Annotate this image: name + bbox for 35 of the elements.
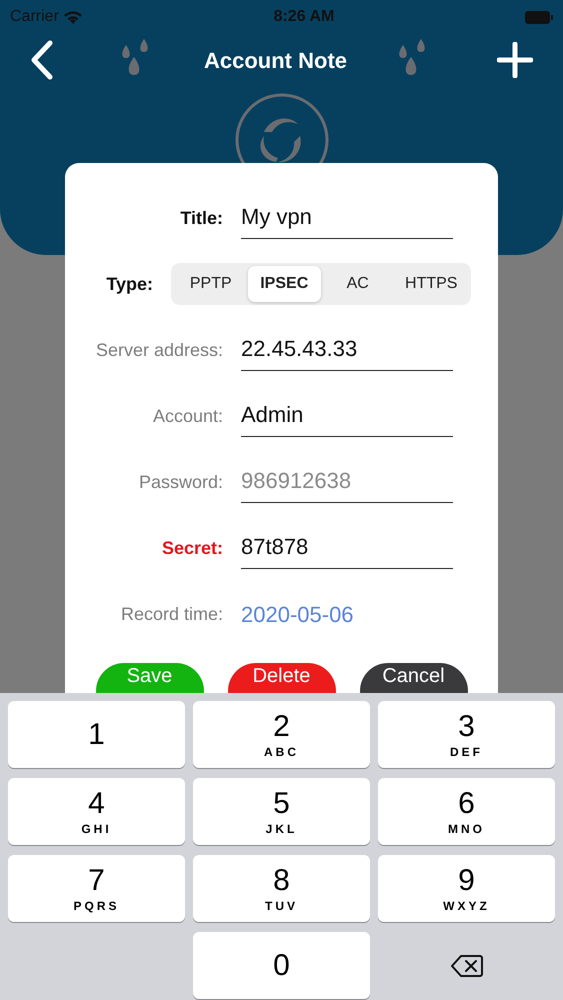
battery-icon [525, 10, 553, 24]
field-label: Password: [138, 472, 223, 492]
input-field[interactable]: 87t878 [241, 528, 453, 568]
segment-tab[interactable]: AC [321, 266, 394, 302]
keypad-key[interactable]: 2 ABC [193, 701, 370, 768]
input-field[interactable]: 986912638 [241, 462, 453, 502]
keypad-key[interactable]: 8 TUV [193, 855, 370, 922]
keypad-key[interactable]: 0 [193, 932, 370, 999]
carrier-name: Carrier [10, 7, 59, 27]
keypad-key[interactable]: 5 JKL [193, 778, 370, 845]
status-time: 8:26 AM [274, 7, 334, 27]
segment-tab[interactable]: HTTPS [394, 266, 468, 302]
field-label: Secret: [162, 538, 223, 558]
wifi-icon [62, 10, 83, 24]
keypad-key[interactable]: 6 MNO [378, 778, 555, 845]
keypad-key[interactable]: 4 GHI [8, 778, 185, 845]
add-icon[interactable] [497, 42, 533, 78]
keypad-key[interactable]: 3 DEF [378, 701, 555, 768]
segment-tab[interactable]: PPTP [174, 266, 248, 302]
input-field[interactable]: Admin [241, 396, 453, 436]
keypad-key[interactable]: 7 PQRS [8, 855, 185, 922]
keypad-key[interactable]: 9 WXYZ [378, 855, 555, 922]
backspace-icon[interactable] [450, 954, 482, 978]
field-label: Account: [152, 406, 223, 426]
input-field[interactable]: My vpn [241, 198, 453, 238]
field-label: Record time: [120, 604, 223, 624]
field-label: Type: [106, 274, 153, 294]
segment-tab[interactable]: IPSEC [248, 266, 321, 302]
field-label: Title: [180, 208, 223, 228]
keypad-key[interactable]: 1 [8, 701, 185, 768]
date-value[interactable]: 2020-05-06 [241, 598, 354, 630]
back-icon[interactable] [30, 40, 54, 80]
field-label: Server address: [96, 340, 223, 360]
input-field[interactable]: 22.45.43.33 [241, 330, 453, 370]
screen-title: Account Note [204, 46, 347, 74]
